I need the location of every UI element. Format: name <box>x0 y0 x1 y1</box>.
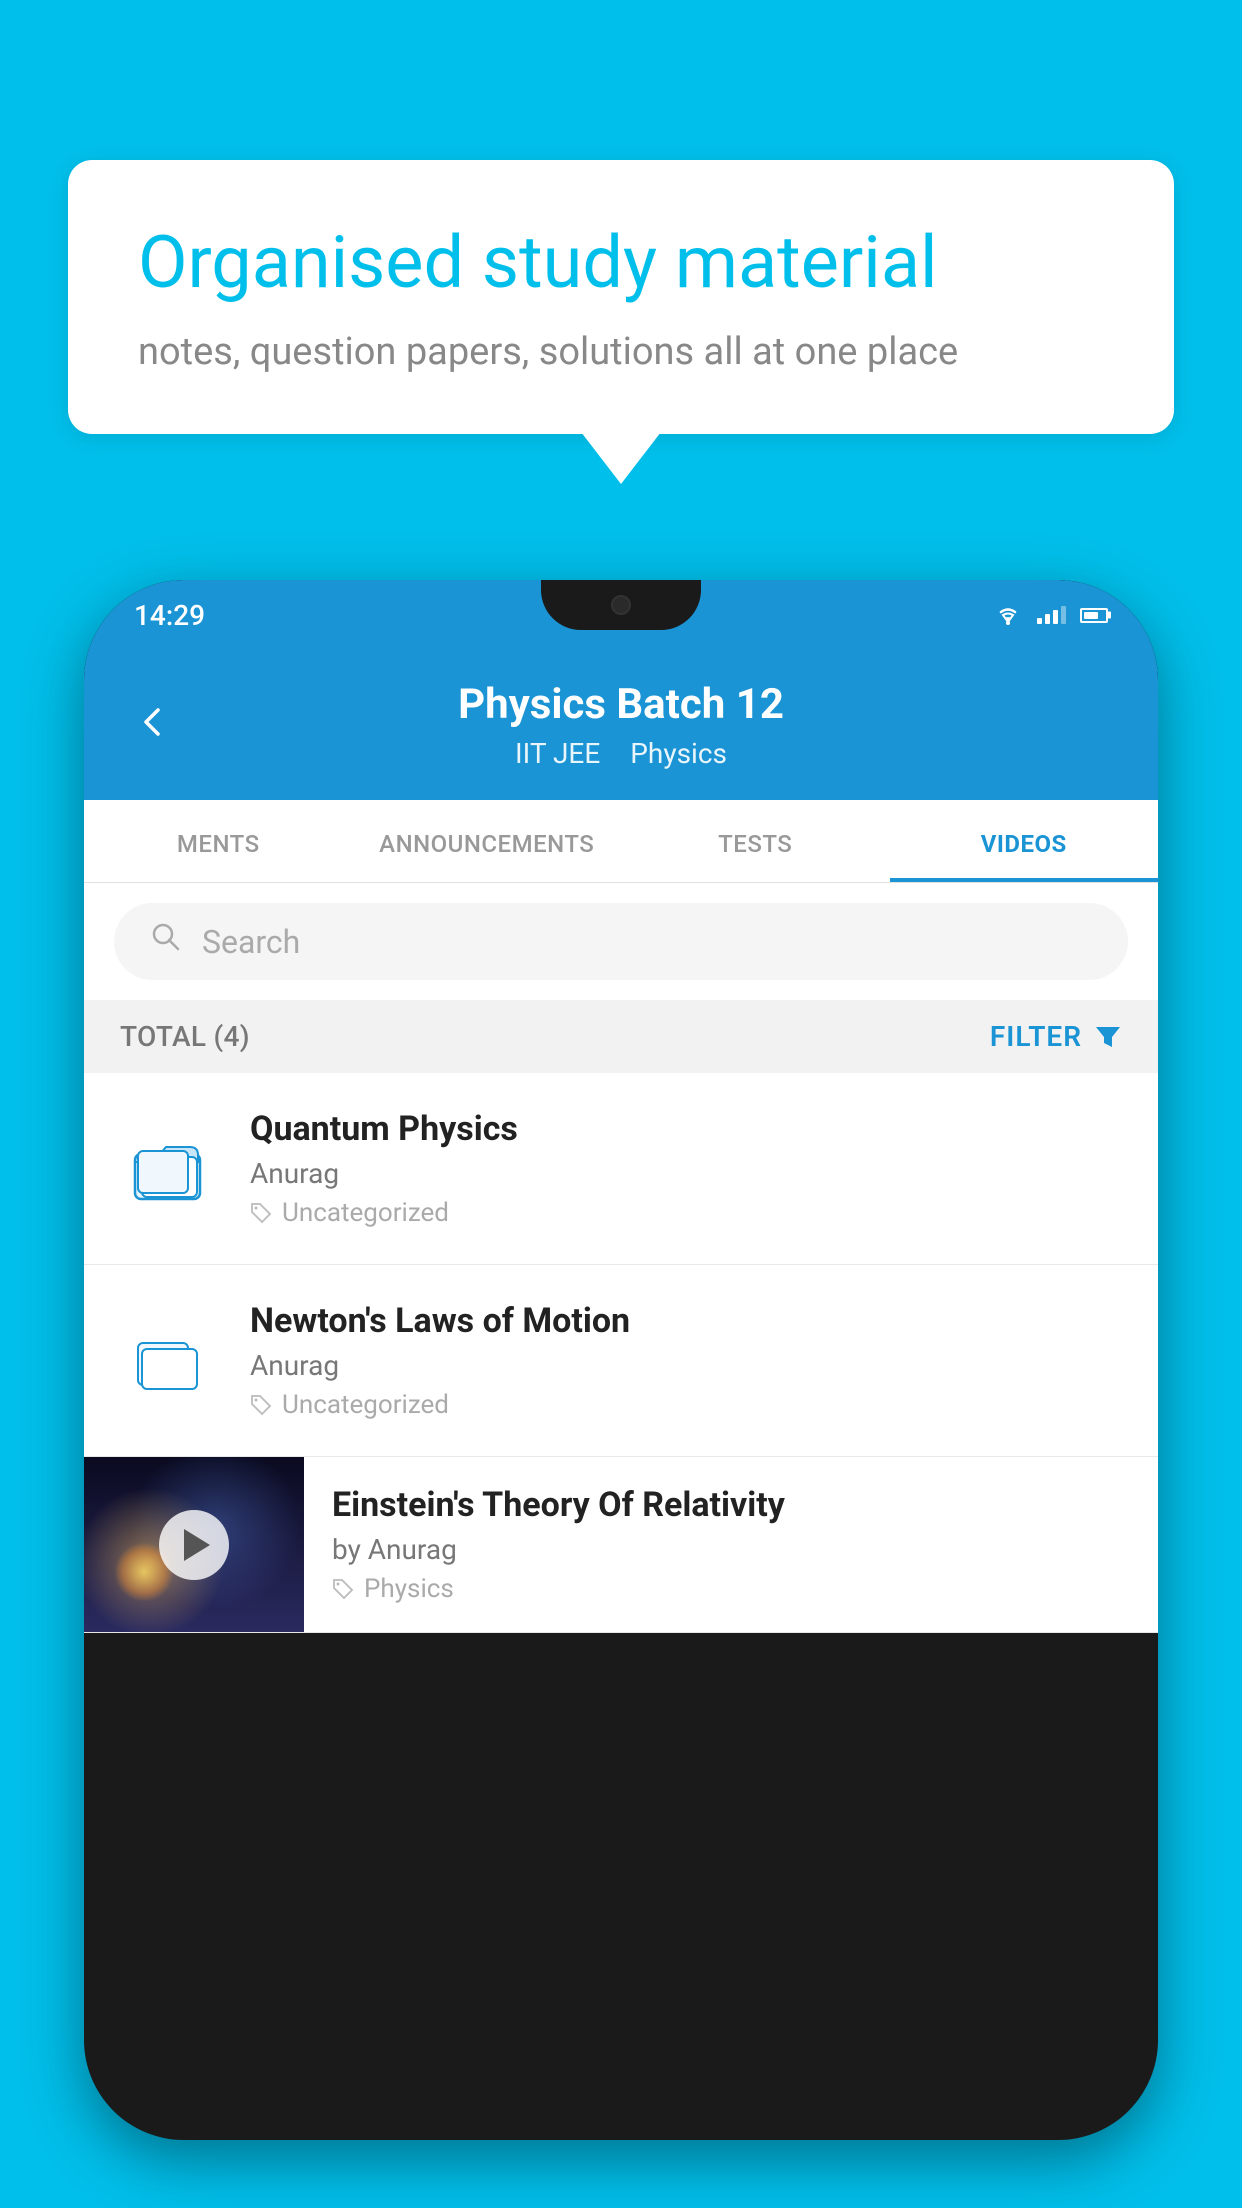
video-tag-row: Physics <box>332 1574 1130 1604</box>
video-thumbnail-inner <box>84 1457 304 1632</box>
tab-ments[interactable]: MENTS <box>84 800 353 882</box>
play-triangle-icon <box>184 1529 210 1561</box>
header-title: Physics Batch 12 <box>170 680 1072 729</box>
tag-text: Uncategorized <box>282 1198 449 1228</box>
item-title: Quantum Physics <box>250 1109 1122 1149</box>
filter-label: FILTER <box>990 1020 1082 1053</box>
back-button[interactable] <box>134 699 170 751</box>
battery-icon <box>1080 608 1108 623</box>
item-icon-wrap <box>120 1311 220 1411</box>
phone-mockup: 14:29 <box>84 580 1158 2140</box>
item-tag: Uncategorized <box>250 1390 1122 1420</box>
bubble-subtitle: notes, question papers, solutions all at… <box>138 330 1104 374</box>
tag-icon <box>332 1578 354 1600</box>
bubble-title: Organised study material <box>138 220 1104 306</box>
list-item[interactable]: Newton's Laws of Motion Anurag Uncategor… <box>84 1265 1158 1457</box>
search-icon <box>150 921 182 962</box>
header-tag-physics: Physics <box>630 737 727 770</box>
list-item[interactable]: Quantum Physics Anurag Uncategorized <box>84 1073 1158 1265</box>
tag-icon <box>250 1394 272 1416</box>
header-center: Physics Batch 12 IIT JEE Physics <box>170 680 1072 770</box>
item-author: Anurag <box>250 1349 1122 1382</box>
tabs-bar: MENTS ANNOUNCEMENTS TESTS VIDEOS <box>84 800 1158 883</box>
app-header: Physics Batch 12 IIT JEE Physics <box>84 650 1158 800</box>
item-title: Newton's Laws of Motion <box>250 1301 1122 1341</box>
filter-button[interactable]: FILTER <box>990 1020 1122 1053</box>
item-info: Newton's Laws of Motion Anurag Uncategor… <box>250 1301 1122 1420</box>
tab-announcements[interactable]: ANNOUNCEMENTS <box>353 800 622 882</box>
search-container: Search <box>84 883 1158 1000</box>
item-icon-wrap <box>120 1119 220 1219</box>
header-tag-iitjee: IIT JEE <box>515 737 600 770</box>
wifi-icon <box>993 604 1023 626</box>
front-camera <box>611 595 631 615</box>
phone-outer: 14:29 <box>84 580 1158 2140</box>
play-button[interactable] <box>159 1510 229 1580</box>
signal-icon <box>1037 606 1066 624</box>
tag-icon <box>250 1202 272 1224</box>
speech-bubble: Organised study material notes, question… <box>68 160 1174 434</box>
search-box[interactable]: Search <box>114 903 1128 980</box>
filter-icon <box>1094 1023 1122 1051</box>
tag-text: Uncategorized <box>282 1390 449 1420</box>
item-tag: Uncategorized <box>250 1198 1122 1228</box>
header-top-row: Physics Batch 12 IIT JEE Physics <box>134 680 1108 770</box>
video-info: Einstein's Theory Of Relativity by Anura… <box>304 1457 1158 1632</box>
total-count: TOTAL (4) <box>120 1020 250 1053</box>
folder-icon <box>130 1129 210 1209</box>
status-icons <box>993 604 1108 626</box>
video-author: by Anurag <box>332 1533 1130 1566</box>
video-tag-text: Physics <box>364 1574 454 1604</box>
screen-content: Search TOTAL (4) FILTER <box>84 883 1158 2140</box>
video-thumbnail <box>84 1457 304 1632</box>
tab-videos[interactable]: VIDEOS <box>890 800 1159 882</box>
filter-bar: TOTAL (4) FILTER <box>84 1000 1158 1073</box>
content-area: Quantum Physics Anurag Uncategorized <box>84 1073 1158 1633</box>
video-title: Einstein's Theory Of Relativity <box>332 1485 1130 1525</box>
list-item-video[interactable]: Einstein's Theory Of Relativity by Anura… <box>84 1457 1158 1633</box>
item-info: Quantum Physics Anurag Uncategorized <box>250 1109 1122 1228</box>
status-time: 14:29 <box>134 599 205 632</box>
item-author: Anurag <box>250 1157 1122 1190</box>
folder-icon <box>130 1321 210 1401</box>
header-subtitle-row: IIT JEE Physics <box>170 737 1072 770</box>
tab-tests[interactable]: TESTS <box>621 800 890 882</box>
search-placeholder: Search <box>202 923 300 961</box>
phone-screen: 14:29 <box>84 580 1158 2140</box>
phone-notch <box>541 580 701 630</box>
